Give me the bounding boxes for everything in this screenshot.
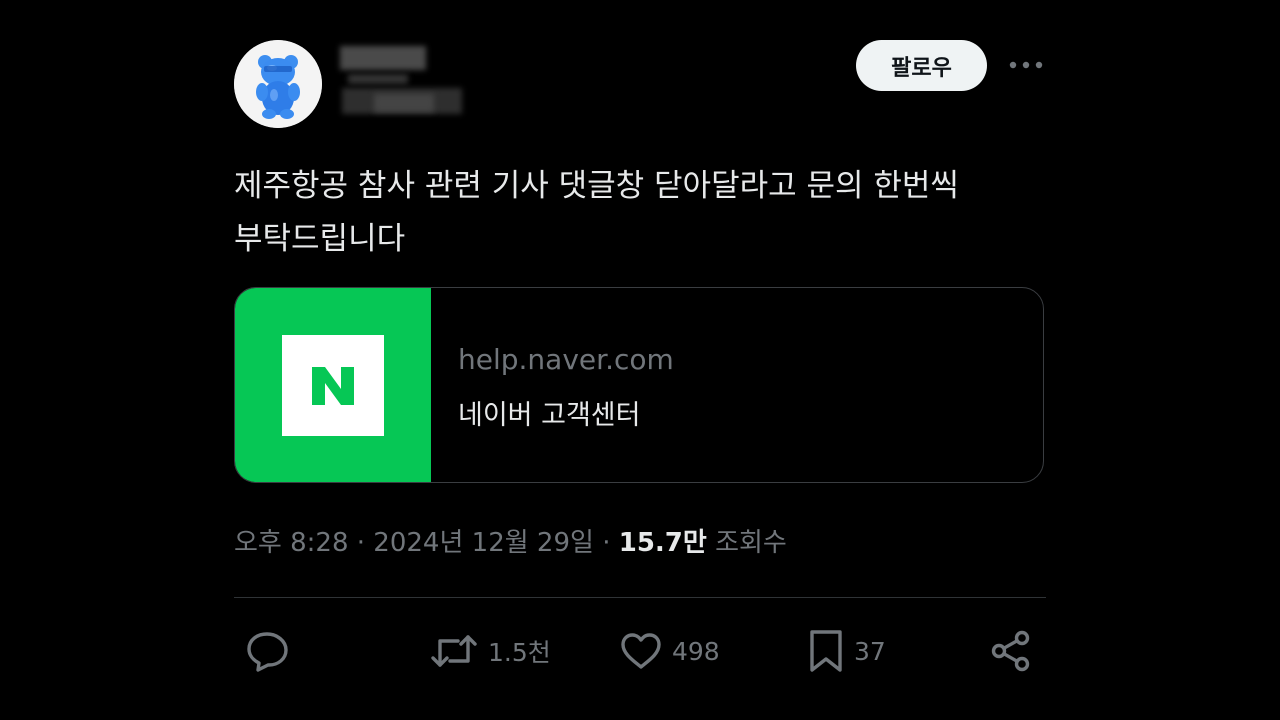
post-meta: 오후 8:28 · 2024년 12월 29일 · 15.7만 조회수	[234, 522, 787, 559]
meta-separator: ·	[602, 528, 611, 558]
views-label: 조회수	[715, 528, 787, 558]
redacted-username	[334, 44, 474, 134]
link-title: 네이버 고객센터	[458, 400, 641, 431]
link-preview-card[interactable]: help.naver.com 네이버 고객센터	[234, 287, 1044, 483]
views-count: 15.7만	[618, 528, 707, 558]
post-date[interactable]: 2024년 12월 29일	[373, 528, 594, 558]
share-icon	[991, 630, 1030, 672]
more-dots-icon[interactable]	[1006, 52, 1046, 78]
post-time[interactable]: 오후 8:28	[234, 528, 349, 558]
like-button[interactable]: 498	[620, 628, 720, 674]
reply-icon	[247, 632, 288, 672]
divider	[234, 597, 1046, 598]
share-button[interactable]	[990, 628, 1032, 674]
naver-logo-thumbnail	[235, 288, 431, 482]
gummy-bear-avatar-icon	[234, 40, 322, 128]
bookmark-count: 37	[854, 636, 886, 666]
author-avatar[interactable]	[234, 40, 322, 128]
reply-button[interactable]	[246, 628, 290, 674]
meta-separator: ·	[356, 528, 366, 558]
naver-n-icon	[282, 335, 384, 436]
bookmark-icon	[810, 630, 842, 672]
follow-button[interactable]: 팔로우	[856, 40, 987, 91]
post-text: 제주항공 참사 관련 기사 댓글창 닫아달라고 문의 한번씩 부탁드립니다	[234, 168, 959, 257]
repost-icon	[431, 635, 477, 667]
bookmark-button[interactable]: 37	[808, 628, 886, 674]
like-count: 498	[672, 636, 720, 666]
repost-button[interactable]: 1.5천	[430, 628, 551, 674]
repost-count: 1.5천	[488, 638, 551, 667]
link-domain: help.naver.com	[458, 343, 674, 376]
heart-icon	[621, 633, 661, 669]
